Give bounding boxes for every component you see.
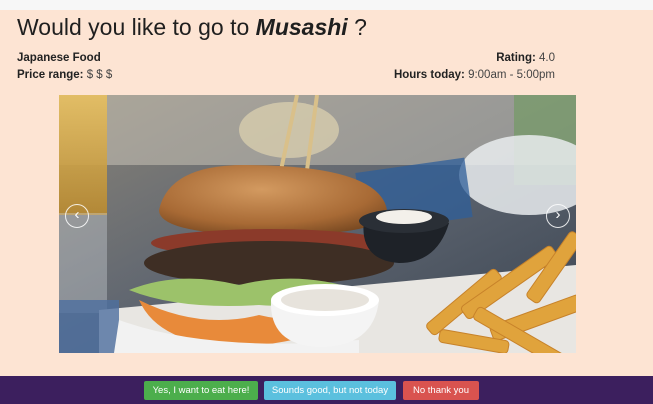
hours-today: Hours today: 9:00am - 5:00pm bbox=[394, 69, 555, 81]
price-range: Price range: $ $ $ bbox=[17, 69, 112, 81]
rating-value: 4.0 bbox=[539, 52, 555, 64]
price-label: Price range: bbox=[17, 69, 84, 81]
photo-carousel[interactable]: ‹ › bbox=[59, 95, 576, 353]
carousel-prev-button[interactable]: ‹ bbox=[65, 204, 89, 228]
page-title: Would you like to go to Musashi ? bbox=[17, 14, 367, 41]
yes-button[interactable]: Yes, I want to eat here! bbox=[144, 381, 258, 400]
question-suffix: ? bbox=[354, 14, 367, 40]
restaurant-name: Musashi bbox=[255, 14, 348, 40]
maybe-later-button[interactable]: Sounds good, but not today bbox=[264, 381, 396, 400]
action-bar: Yes, I want to eat here! Sounds good, bu… bbox=[0, 376, 653, 404]
rating-label: Rating: bbox=[496, 52, 536, 64]
no-thanks-button[interactable]: No thank you bbox=[403, 381, 479, 400]
carousel-next-button[interactable]: › bbox=[546, 204, 570, 228]
chevron-right-icon: › bbox=[555, 206, 561, 223]
hours-label: Hours today: bbox=[393, 69, 465, 81]
cuisine: Japanese Food bbox=[17, 52, 101, 64]
price-value: $ $ $ bbox=[86, 69, 113, 81]
rating: Rating: 4.0 bbox=[496, 52, 555, 64]
top-band bbox=[0, 0, 653, 10]
hours-value: 9:00am - 5:00pm bbox=[468, 69, 555, 81]
question-prefix: Would you like to go to bbox=[17, 14, 250, 40]
restaurant-photo bbox=[59, 95, 576, 353]
chevron-left-icon: ‹ bbox=[74, 206, 80, 223]
